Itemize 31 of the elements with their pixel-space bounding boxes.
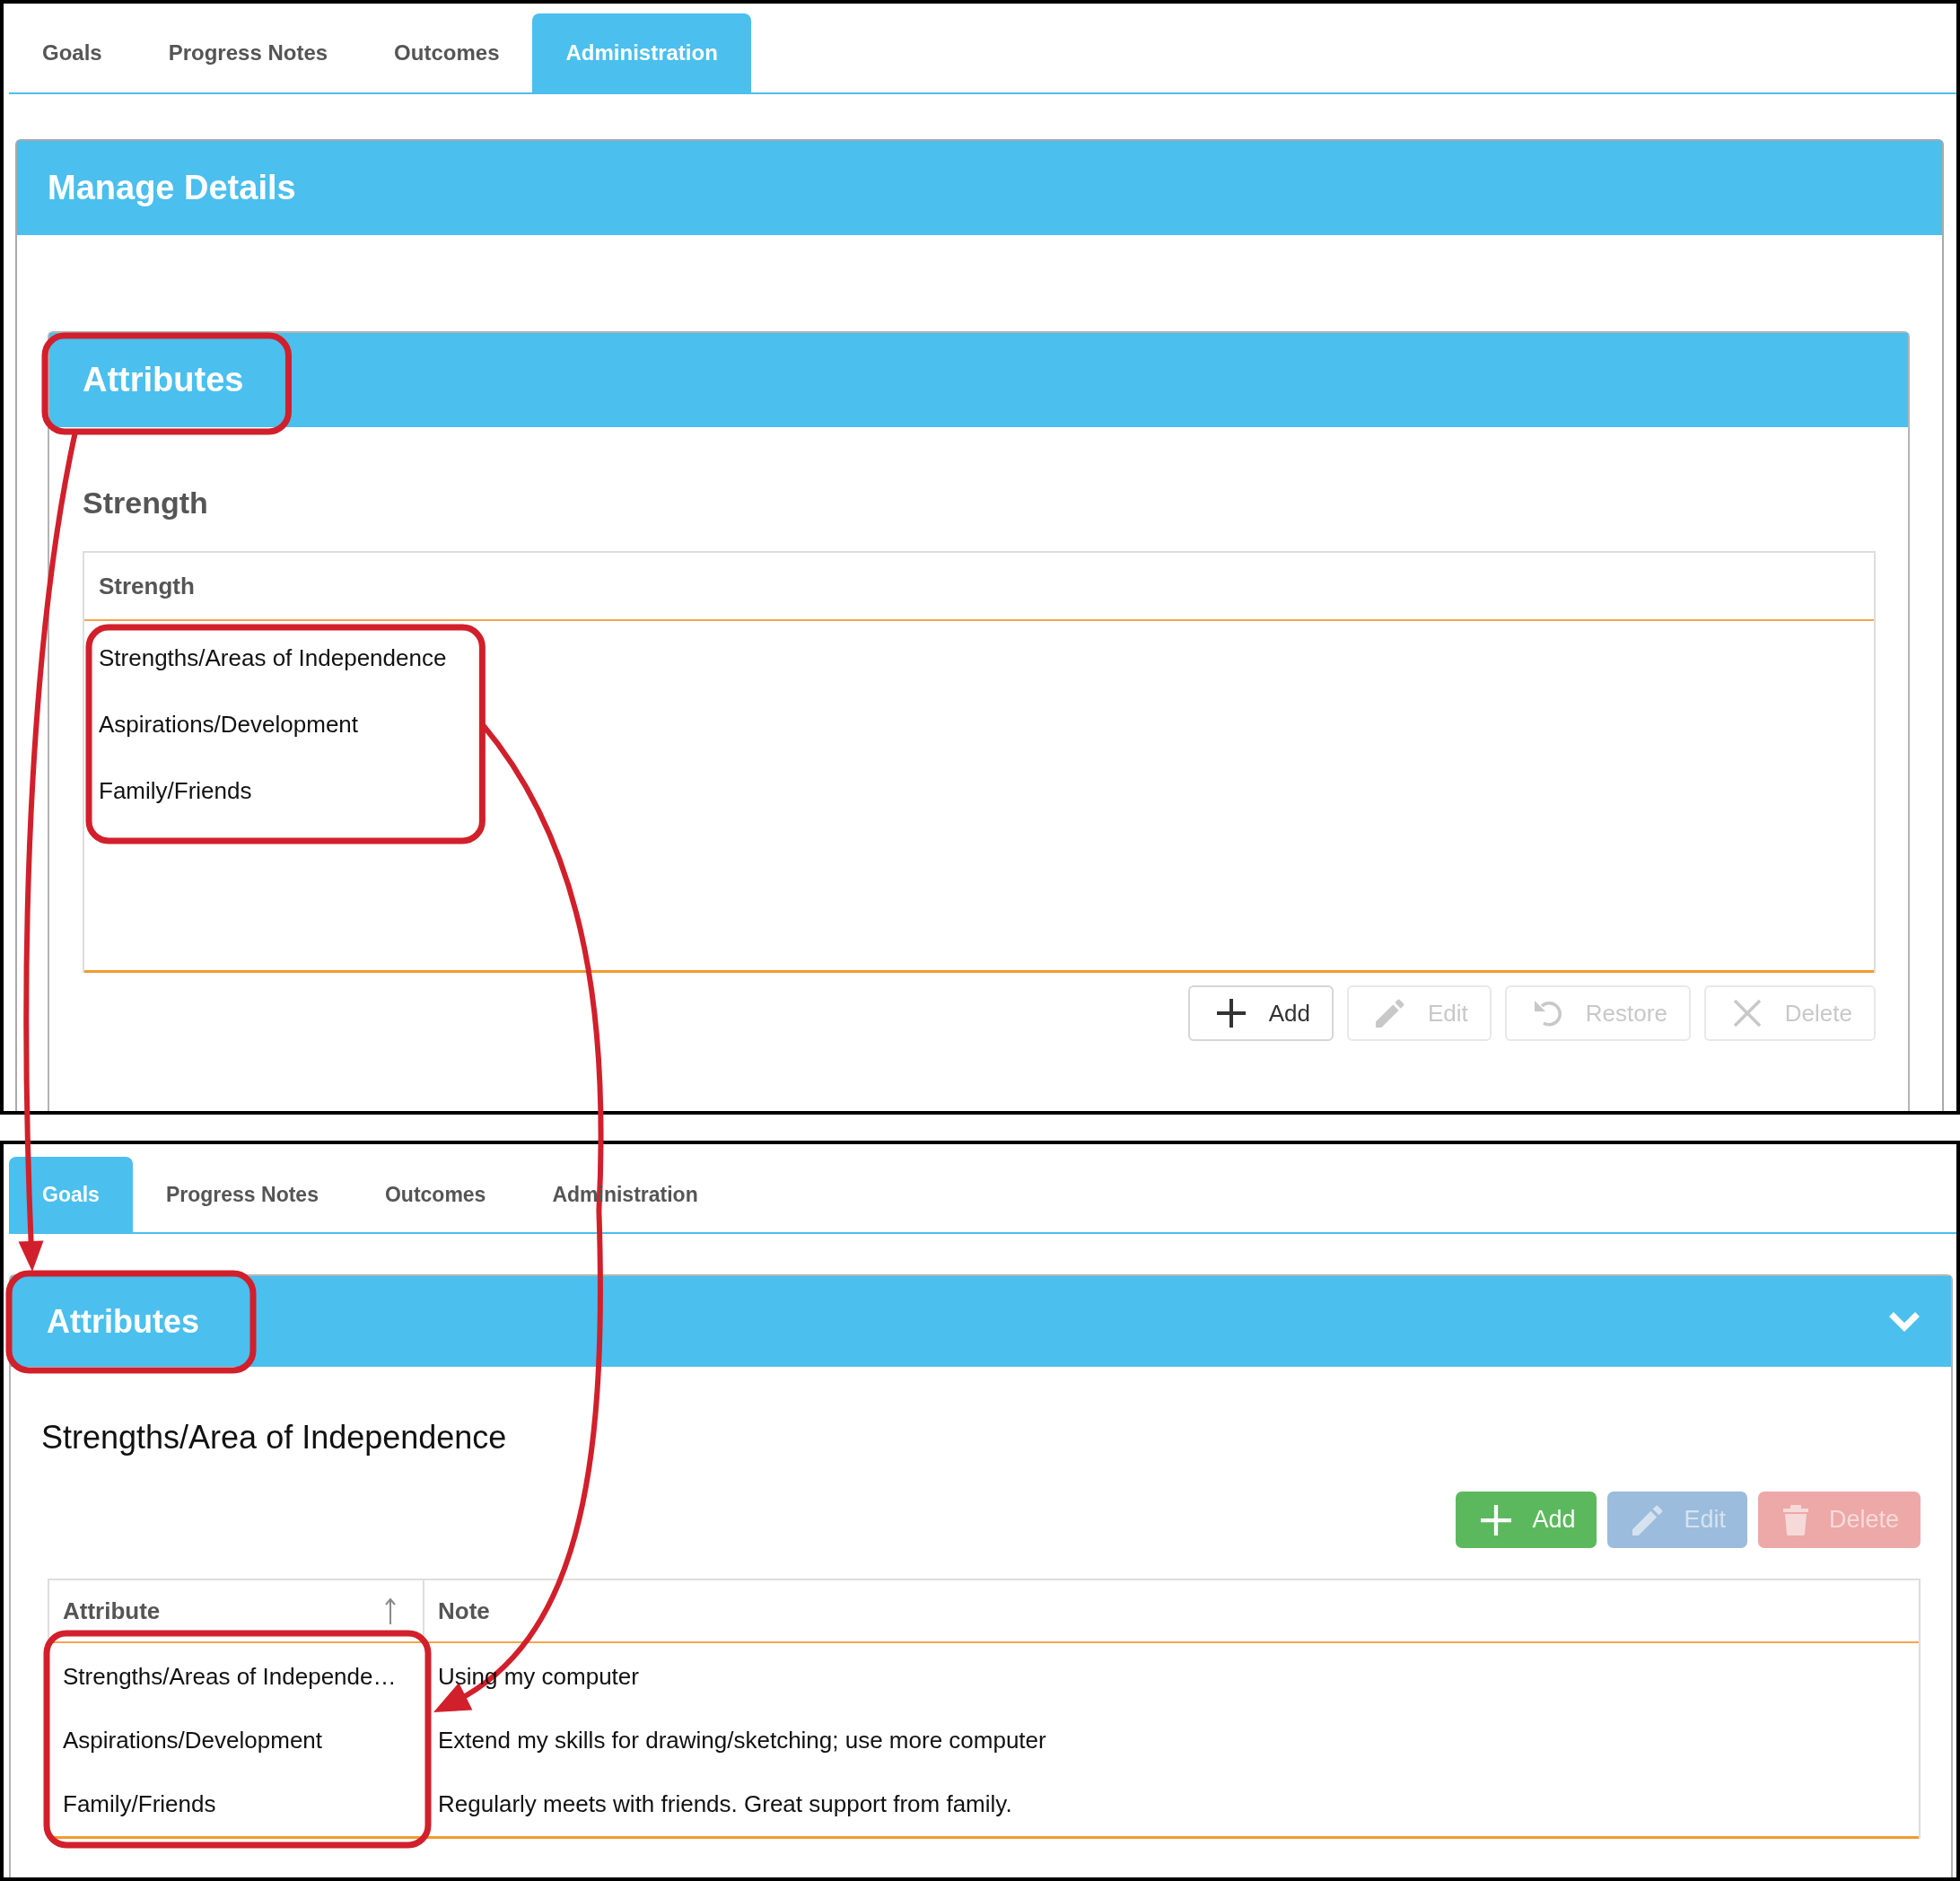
panel-title: Attributes bbox=[47, 1302, 199, 1341]
panel-title: Attributes bbox=[83, 361, 244, 399]
section-heading: Strengths/Area of Independence bbox=[41, 1419, 508, 1457]
tab[interactable]: Progress Notes bbox=[132, 1157, 352, 1232]
table-cell-text: Family/Friends bbox=[98, 775, 253, 806]
table-cell-text: Extend my skills for drawing/sketching; use more computer bbox=[437, 1726, 1047, 1755]
tab[interactable]: Progress Notes bbox=[135, 13, 362, 92]
table-cell-text: Strengths/Areas of Independence bbox=[98, 643, 448, 673]
sort-arrow-icon[interactable] bbox=[385, 1597, 396, 1624]
trash-icon bbox=[1782, 1504, 1808, 1535]
table-cell-text: Aspirations/Development bbox=[62, 1726, 324, 1755]
column-header[interactable]: Note bbox=[438, 1597, 490, 1625]
add-button[interactable]: Add bbox=[1187, 985, 1334, 1041]
panel-title: Manage Details bbox=[48, 169, 296, 207]
pencil-icon bbox=[1376, 999, 1404, 1028]
section-heading: Strength bbox=[83, 485, 209, 521]
table-cell-text: Regularly meets with friends. Great support from family. bbox=[437, 1789, 1013, 1819]
pencil-icon bbox=[1632, 1504, 1664, 1535]
column-header[interactable]: Attribute bbox=[63, 1597, 161, 1625]
tab[interactable]: Outcomes bbox=[361, 13, 533, 92]
cross-icon bbox=[1732, 999, 1762, 1028]
table-cell-text: Strengths/Areas of Independe… bbox=[62, 1662, 398, 1692]
table-cell-text: Aspirations/Development bbox=[98, 709, 360, 739]
plus-icon bbox=[1216, 999, 1246, 1028]
plus-icon bbox=[1481, 1504, 1512, 1535]
tab[interactable]: Goals bbox=[9, 13, 136, 92]
table-cell-text: Family/Friends bbox=[62, 1789, 217, 1819]
undo-icon bbox=[1533, 999, 1562, 1028]
chevron-down-icon[interactable] bbox=[1889, 1311, 1920, 1332]
column-header[interactable]: Strength bbox=[99, 572, 195, 600]
tab[interactable]: Outcomes bbox=[351, 1157, 520, 1232]
